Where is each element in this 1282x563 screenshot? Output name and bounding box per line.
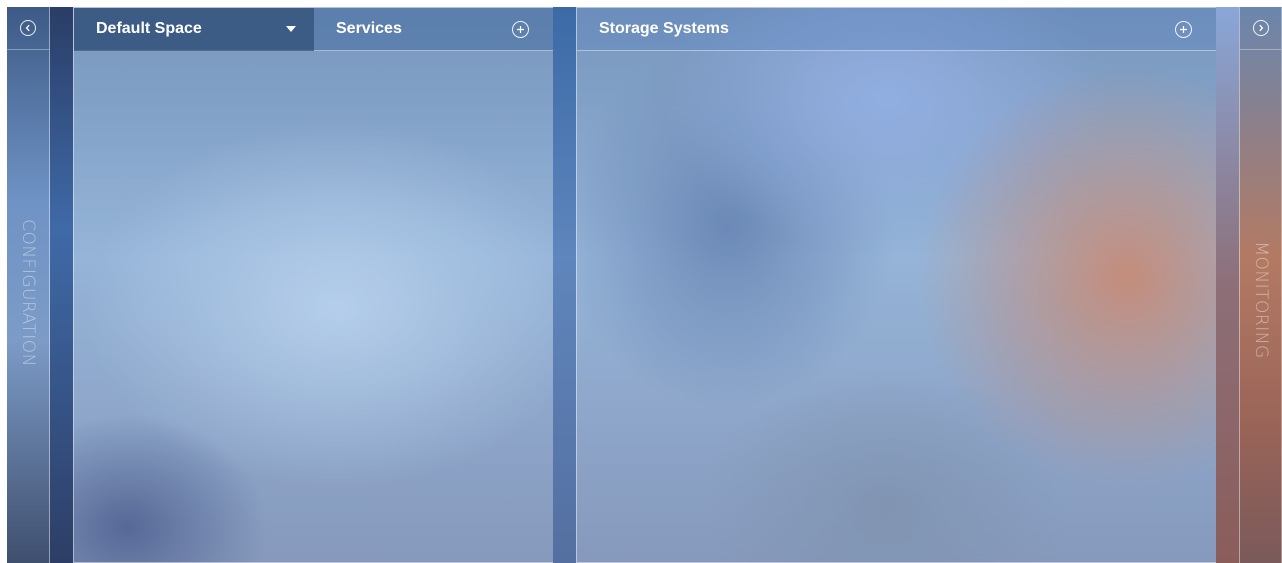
- services-panel: Default Space Services: [73, 7, 554, 563]
- plus-icon: [1180, 25, 1187, 33]
- storage-systems-panel-header: Storage Systems: [577, 8, 1216, 51]
- monitoring-rail[interactable]: MONITORING: [1239, 7, 1282, 563]
- caret-down-icon: [286, 26, 296, 32]
- configuration-rail-header: [7, 7, 49, 50]
- configuration-rail[interactable]: CONFIGURATION: [7, 7, 50, 563]
- monitoring-rail-header: [1240, 7, 1281, 50]
- chevron-left-icon: [25, 24, 30, 32]
- services-title: Services: [336, 20, 402, 37]
- collapse-left-button[interactable]: [20, 20, 36, 36]
- storage-systems-title: Storage Systems: [599, 20, 729, 37]
- space-selector-value: Default Space: [96, 20, 202, 37]
- gap-strip: [50, 7, 73, 563]
- configuration-label: CONFIGURATION: [18, 219, 38, 367]
- chevron-right-icon: [1258, 24, 1263, 32]
- monitoring-label: MONITORING: [1250, 241, 1271, 359]
- add-service-button[interactable]: [512, 20, 529, 38]
- app-canvas: CONFIGURATION Default Space Services Sto…: [7, 7, 1282, 563]
- expand-right-button[interactable]: [1252, 20, 1269, 36]
- gap-strip: [553, 7, 576, 563]
- add-storage-system-button[interactable]: [1175, 20, 1192, 38]
- space-selector[interactable]: Default Space: [74, 7, 314, 51]
- services-panel-header: Default Space Services: [74, 7, 553, 51]
- storage-systems-panel: Storage Systems: [576, 7, 1217, 563]
- plus-icon: [517, 25, 524, 33]
- gap-strip: [1216, 7, 1239, 563]
